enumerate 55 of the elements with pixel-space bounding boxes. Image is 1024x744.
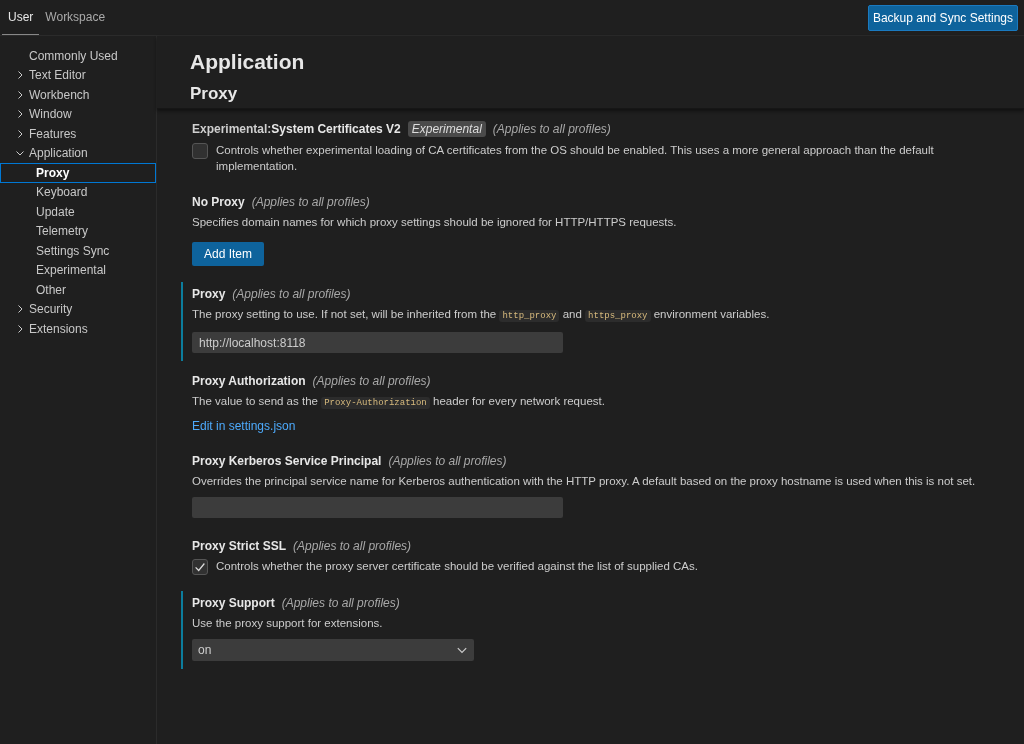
sidebar-item[interactable]: Commonly Used xyxy=(0,46,156,66)
scope-note: (Applies to all profiles) xyxy=(251,195,370,209)
setting-description: The proxy setting to use. If not set, will be inherited from the http_proxy and https_proxy environment variables. xyxy=(192,307,771,324)
chevron-right-icon xyxy=(15,70,25,81)
chevron-right-icon xyxy=(15,109,25,120)
setting-description: Specifies domain names for which proxy settings should be ignored for HTTP/HTTPS requests. xyxy=(192,215,678,230)
setting-description: Controls whether the proxy server certificate should be verified against the list of supplied CAs. xyxy=(216,559,699,574)
sidebar-item[interactable]: Security xyxy=(0,299,156,319)
sidebar-item[interactable]: Workbench xyxy=(0,85,156,105)
setting-title: Proxy Authorization xyxy=(192,374,306,388)
sidebar-item[interactable]: Application xyxy=(0,143,156,163)
backup-sync-button[interactable]: Backup and Sync Settings xyxy=(867,4,1018,31)
input-field[interactable] xyxy=(192,497,563,518)
checkbox[interactable] xyxy=(192,143,208,159)
page-heading: Application xyxy=(190,50,306,74)
sidebar-item[interactable]: Other xyxy=(0,280,156,300)
sidebar-item[interactable]: Experimental xyxy=(0,260,156,280)
setting-description: Controls whether experimental loading of CA certificates from the OS should be enabled. This uses a more general approach than the default implementation. xyxy=(216,143,935,174)
sidebar-item[interactable]: Text Editor xyxy=(0,65,156,85)
setting-description: The value to send as the Proxy-Authorization header for every network request. xyxy=(192,394,606,411)
sidebar-item[interactable]: Settings Sync xyxy=(0,241,156,261)
sidebar-item[interactable]: Extensions xyxy=(0,319,156,339)
scope-note: (Applies to all profiles) xyxy=(492,122,611,136)
input-field[interactable]: http://localhost:8118 xyxy=(192,332,563,353)
sidebar-item[interactable]: Proxy xyxy=(0,163,156,183)
sidebar-item[interactable]: Update xyxy=(0,202,156,222)
chevron-right-icon xyxy=(15,304,25,315)
sidebar-item[interactable]: Window xyxy=(0,104,156,124)
setting-title: Experimental:System Certificates V2 xyxy=(192,122,401,136)
setting-description: Use the proxy support for extensions. xyxy=(192,616,384,631)
sidebar-item[interactable]: Keyboard xyxy=(0,182,156,202)
settings-tab[interactable]: User xyxy=(2,0,40,35)
setting-title: Proxy Kerberos Service Principal xyxy=(192,454,382,468)
section-heading: Proxy xyxy=(190,84,239,104)
sidebar-item[interactable]: Telemetry xyxy=(0,221,156,241)
edit-json-link[interactable]: Edit in settings.json xyxy=(192,419,296,433)
chevron-right-icon xyxy=(15,89,25,100)
setting-title: Proxy Strict SSL xyxy=(192,539,287,553)
setting-title: Proxy Support xyxy=(192,596,275,610)
chevron-right-icon xyxy=(15,128,25,139)
checkbox[interactable] xyxy=(192,559,208,575)
setting-title: Proxy xyxy=(192,287,226,301)
setting-title: No Proxy xyxy=(192,195,245,209)
scope-note: (Applies to all profiles) xyxy=(388,454,507,468)
dropdown[interactable]: on xyxy=(192,639,474,661)
scope-note: (Applies to all profiles) xyxy=(312,374,431,388)
scope-note: (Applies to all profiles) xyxy=(232,287,351,301)
sidebar-item[interactable]: Features xyxy=(0,124,156,144)
add-item-button[interactable]: Add Item xyxy=(192,242,265,266)
chevron-right-icon xyxy=(15,323,25,334)
experimental-tag: Experimental xyxy=(407,121,486,137)
scope-note: (Applies to all profiles) xyxy=(281,596,400,610)
scope-note: (Applies to all profiles) xyxy=(293,539,412,553)
settings-tab[interactable]: Workspace xyxy=(39,0,112,35)
setting-description: Overrides the principal service name for Kerberos authentication with the HTTP proxy. A default based on the proxy hostname is used when this is not set. xyxy=(192,474,977,489)
